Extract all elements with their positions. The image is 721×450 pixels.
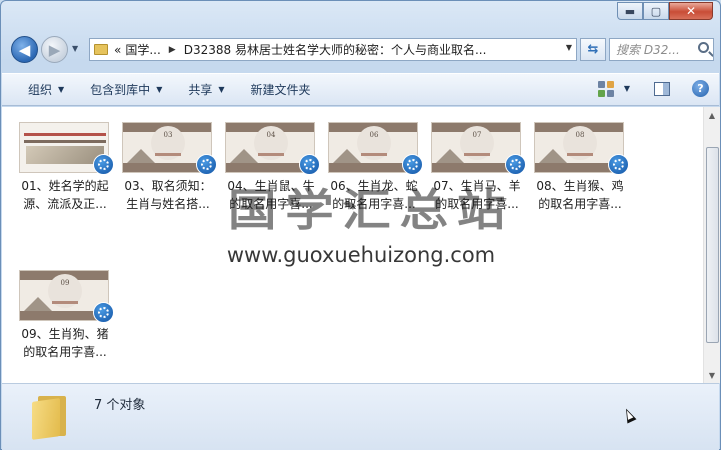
minimize-button[interactable]: ▬: [617, 2, 643, 20]
details-pane: 7 个对象: [2, 383, 719, 450]
file-name: 03、取名须知： 生肖与姓名搭...: [118, 177, 218, 213]
file-name: 01、姓名学的起 源、流派及正...: [15, 177, 115, 213]
thumbnail-number: 04: [266, 131, 276, 139]
file-name-line: 的取名用字喜...: [332, 197, 416, 211]
help-icon[interactable]: ?: [692, 80, 709, 97]
file-name-line: 04、生肖鼠、牛: [227, 179, 315, 193]
scrollbar-thumb[interactable]: [706, 147, 719, 343]
include-library-menu[interactable]: 包含到库中 ▼: [90, 81, 162, 98]
breadcrumb-prefix[interactable]: «: [114, 43, 121, 57]
caption-buttons: ▬ ▢ ✕: [617, 2, 713, 20]
search-input[interactable]: 搜索 D32...: [609, 38, 714, 61]
thumbnail-number: 09: [60, 279, 70, 287]
file-name-line: 生肖与姓名搭...: [126, 197, 210, 211]
thumbnail-number: 07: [472, 131, 482, 139]
file-name-line: 08、生肖猴、鸡: [536, 179, 624, 193]
folder-icon: [94, 44, 108, 55]
arrow-right-icon: ▶: [48, 40, 61, 59]
video-file-icon: [299, 154, 320, 175]
file-name-line: 的取名用字喜...: [435, 197, 519, 211]
navigation-bar: ◀ ▶ ▼ « 国学... ▶ D32388 易林居士姓名学大师的秘密：个人与商…: [9, 35, 714, 65]
scroll-down-icon[interactable]: ▼: [704, 367, 720, 383]
forward-button[interactable]: ▶: [41, 36, 68, 63]
change-view-icon[interactable]: [597, 80, 614, 97]
command-toolbar: 组织 ▼ 包含到库中 ▼ 共享 ▼ 新建文件夹 ▼ ?: [2, 73, 719, 106]
file-name-line: 的取名用字喜...: [23, 345, 107, 359]
video-file-icon: [93, 154, 114, 175]
file-name-line: 09、生肖狗、猪: [21, 327, 109, 341]
chevron-down-icon[interactable]: ▼: [566, 43, 572, 52]
arrow-left-icon: ◀: [18, 40, 31, 59]
search-icon[interactable]: [698, 42, 709, 53]
organize-label: 组织: [28, 83, 53, 97]
video-file-icon: [93, 302, 114, 323]
view-options-dropdown[interactable]: ▼: [624, 84, 630, 93]
file-name: 04、生肖鼠、牛 的取名用字喜...: [221, 177, 321, 213]
organize-menu[interactable]: 组织 ▼: [28, 81, 64, 98]
breadcrumb-item[interactable]: 国学...: [125, 41, 160, 58]
thumbnail-number: 08: [575, 131, 585, 139]
chevron-right-icon[interactable]: ▶: [169, 45, 176, 55]
chevron-down-icon: ▼: [58, 85, 65, 94]
video-file-icon: [402, 154, 423, 175]
new-folder-label: 新建文件夹: [250, 83, 311, 97]
refresh-icon: ⇆: [587, 42, 599, 57]
address-bar[interactable]: « 国学... ▶ D32388 易林居士姓名学大师的秘密：个人与商业取名...…: [89, 38, 577, 61]
file-name-line: 07、生肖马、羊: [433, 179, 521, 193]
vertical-scrollbar[interactable]: ▲ ▼: [703, 107, 720, 383]
thumbnail-number: 06: [369, 131, 379, 139]
share-menu[interactable]: 共享 ▼: [188, 81, 224, 98]
file-name-line: 06、生肖龙、蛇: [330, 179, 418, 193]
recent-pages-dropdown[interactable]: ▼: [72, 44, 78, 53]
file-name-line: 的取名用字喜...: [538, 197, 622, 211]
file-name: 08、生肖猴、鸡 的取名用字喜...: [530, 177, 630, 213]
back-button[interactable]: ◀: [11, 36, 38, 63]
video-file-icon: [196, 154, 217, 175]
refresh-button[interactable]: ⇆: [580, 38, 606, 61]
preview-pane-icon[interactable]: [654, 81, 670, 96]
file-list: 01、姓名学的起 源、流派及正... 03 03、取名须知： 生肖与姓名搭... 04 04…: [2, 107, 703, 383]
search-placeholder: 搜索 D32...: [616, 43, 680, 57]
file-name: 06、生肖龙、蛇 的取名用字喜...: [324, 177, 424, 213]
video-file-icon: [608, 154, 629, 175]
folder-icon: [32, 396, 66, 440]
chevron-down-icon: ▼: [156, 85, 163, 94]
chevron-down-icon: ▼: [218, 85, 225, 94]
new-folder-button[interactable]: 新建文件夹: [251, 81, 311, 98]
scroll-up-icon[interactable]: ▲: [704, 107, 720, 123]
file-name-line: 01、姓名学的起: [21, 179, 109, 193]
mouse-cursor-icon: [621, 406, 637, 424]
maximize-button[interactable]: ▢: [643, 2, 669, 20]
share-label: 共享: [188, 83, 213, 97]
video-file-icon: [505, 154, 526, 175]
file-name: 07、生肖马、羊 的取名用字喜...: [427, 177, 527, 213]
file-name: 09、生肖狗、猪 的取名用字喜...: [15, 325, 115, 361]
thumbnail-number: 03: [163, 131, 173, 139]
close-button[interactable]: ✕: [669, 2, 713, 20]
file-name-line: 源、流派及正...: [23, 197, 107, 211]
include-library-label: 包含到库中: [90, 83, 151, 97]
breadcrumb-item[interactable]: D32388 易林居士姓名学大师的秘密：个人与商业取名...: [184, 41, 487, 58]
file-name-line: 的取名用字喜...: [229, 197, 313, 211]
explorer-window: ▬ ▢ ✕ ◀ ▶ ▼ « 国学... ▶ D32388 易林居士姓名学大师的秘…: [0, 0, 721, 450]
item-count: 7 个对象: [94, 398, 146, 413]
file-name-line: 03、取名须知：: [124, 179, 212, 193]
toolbar-right-group: ▼ ?: [597, 80, 709, 97]
